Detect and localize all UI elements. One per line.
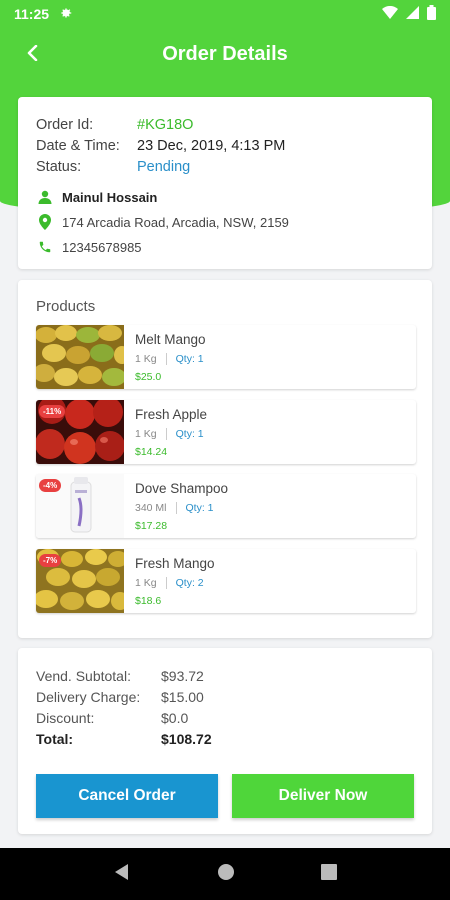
product-price: $17.28 bbox=[135, 520, 168, 532]
total-row: Total: $108.72 bbox=[36, 729, 414, 750]
location-pin-icon bbox=[36, 213, 54, 231]
total-value: $108.72 bbox=[161, 731, 212, 747]
customer-address: 174 Arcadia Road, Arcadia, NSW, 2159 bbox=[62, 214, 289, 230]
discount-badge: -7% bbox=[39, 553, 62, 567]
product-info: Dove Shampoo 340 Ml Qty: 1 $17.28 bbox=[124, 474, 228, 538]
product-name: Fresh Mango bbox=[135, 555, 215, 571]
product-meta: 1 Kg Qty: 1 bbox=[135, 427, 207, 440]
product-price: $25.0 bbox=[135, 371, 162, 383]
discount-value: $0.0 bbox=[161, 710, 189, 726]
product-item[interactable]: -7% Fresh Mango 1 Kg Qty: 2 $18.6 bbox=[36, 548, 416, 613]
discount-row: Discount: $0.0 bbox=[36, 708, 414, 729]
wifi-icon bbox=[382, 5, 398, 22]
product-unit: 340 Ml bbox=[135, 502, 167, 514]
delivery-value: $15.00 bbox=[161, 689, 204, 705]
order-info-card: Order Id: #KG18O Date & Time: 23 Dec, 20… bbox=[18, 97, 432, 269]
back-arrow-icon[interactable] bbox=[18, 38, 48, 68]
delivery-row: Delivery Charge: $15.00 bbox=[36, 687, 414, 708]
settings-icon bbox=[59, 6, 73, 23]
product-name: Dove Shampoo bbox=[135, 481, 229, 496]
order-status-value: Pending bbox=[137, 159, 191, 175]
cancel-order-button[interactable]: Cancel Order bbox=[36, 774, 218, 818]
order-status-label: Status: bbox=[36, 159, 82, 175]
customer-name-row: Mainul Hossain bbox=[36, 188, 414, 206]
product-name: Melt Mango bbox=[135, 332, 206, 347]
product-item[interactable]: Melt Mango 1 Kg Qty: 1 $25.0 bbox=[36, 325, 416, 389]
divider bbox=[165, 427, 167, 440]
product-image-mango bbox=[36, 325, 124, 389]
action-buttons: Cancel Order Deliver Now bbox=[36, 774, 414, 818]
product-item[interactable]: -4% Dove Shampoo 340 Ml Qty: 1 $17.28 bbox=[36, 474, 416, 538]
order-date-value: 23 Dec, 2019, 4:13 PM bbox=[137, 138, 286, 154]
product-meta: 1 Kg Qty: 1 bbox=[135, 353, 206, 365]
discount-badge: -4% bbox=[39, 479, 62, 492]
order-date-label: Date & Time: bbox=[36, 138, 120, 154]
divider bbox=[165, 576, 167, 589]
address-row: 174 Arcadia Road, Arcadia, NSW, 2159 bbox=[36, 213, 414, 231]
discount-label: Discount: bbox=[36, 710, 95, 726]
subtotal-value: $93.72 bbox=[161, 668, 204, 684]
status-bar: 11:25 bbox=[0, 0, 450, 28]
system-nav-bar bbox=[0, 848, 450, 900]
delivery-label: Delivery Charge: bbox=[36, 689, 141, 705]
product-unit: 1 Kg bbox=[135, 353, 157, 365]
battery-icon bbox=[427, 5, 436, 23]
product-unit: 1 Kg bbox=[135, 576, 157, 589]
customer-name: Mainul Hossain bbox=[62, 189, 158, 205]
product-price: $18.6 bbox=[135, 594, 162, 607]
product-unit: 1 Kg bbox=[135, 427, 157, 440]
order-status-row: Status: Pending bbox=[36, 157, 414, 178]
product-meta: 1 Kg Qty: 2 bbox=[135, 576, 215, 589]
order-id-value: #KG18O bbox=[137, 117, 194, 133]
order-id-label: Order Id: bbox=[36, 117, 94, 133]
product-qty: Qty: 1 bbox=[185, 502, 214, 514]
phone-row: 12345678985 bbox=[36, 238, 414, 256]
nav-home-icon[interactable] bbox=[217, 863, 235, 886]
product-image-shampoo: -4% bbox=[36, 474, 124, 538]
customer-phone[interactable]: 12345678985 bbox=[62, 240, 142, 255]
nav-recents-icon[interactable] bbox=[321, 863, 337, 885]
page-title: Order Details bbox=[162, 42, 288, 65]
status-time: 11:25 bbox=[14, 6, 50, 22]
subtotal-row: Vend. Subtotal: $93.72 bbox=[36, 666, 414, 687]
product-item[interactable]: -11% Fresh Apple 1 Kg Qty: 1 $14.24 bbox=[36, 399, 416, 464]
product-price: $14.24 bbox=[135, 445, 168, 458]
product-image-mango: -7% bbox=[36, 548, 124, 613]
product-meta: 340 Ml Qty: 1 bbox=[135, 502, 228, 514]
product-qty: Qty: 2 bbox=[175, 576, 204, 589]
product-image-apple: -11% bbox=[36, 399, 124, 464]
nav-back-icon[interactable] bbox=[113, 863, 131, 886]
divider bbox=[175, 502, 177, 514]
divider bbox=[165, 353, 167, 365]
product-info: Fresh Mango 1 Kg Qty: 2 $18.6 bbox=[124, 549, 215, 613]
deliver-now-button[interactable]: Deliver Now bbox=[232, 774, 414, 818]
signal-icon bbox=[406, 6, 419, 22]
product-name: Fresh Apple bbox=[135, 406, 208, 422]
products-card: Products Melt Mango 1 Kg Qty: 1 $25.0 -1… bbox=[18, 280, 432, 638]
order-date-row: Date & Time: 23 Dec, 2019, 4:13 PM bbox=[36, 136, 414, 157]
discount-badge: -11% bbox=[39, 404, 66, 418]
products-title: Products bbox=[36, 298, 96, 315]
total-label: Total: bbox=[36, 731, 74, 747]
person-icon bbox=[36, 188, 54, 206]
product-qty: Qty: 1 bbox=[175, 427, 204, 440]
product-info: Melt Mango 1 Kg Qty: 1 $25.0 bbox=[124, 325, 206, 389]
subtotal-label: Vend. Subtotal: bbox=[36, 668, 131, 684]
phone-icon bbox=[36, 238, 54, 256]
product-qty: Qty: 1 bbox=[175, 353, 204, 365]
totals-card: Vend. Subtotal: $93.72 Delivery Charge: … bbox=[18, 648, 432, 834]
product-info: Fresh Apple 1 Kg Qty: 1 $14.24 bbox=[124, 400, 207, 464]
app-bar: Order Details bbox=[0, 28, 450, 80]
order-id-row: Order Id: #KG18O bbox=[36, 115, 414, 136]
